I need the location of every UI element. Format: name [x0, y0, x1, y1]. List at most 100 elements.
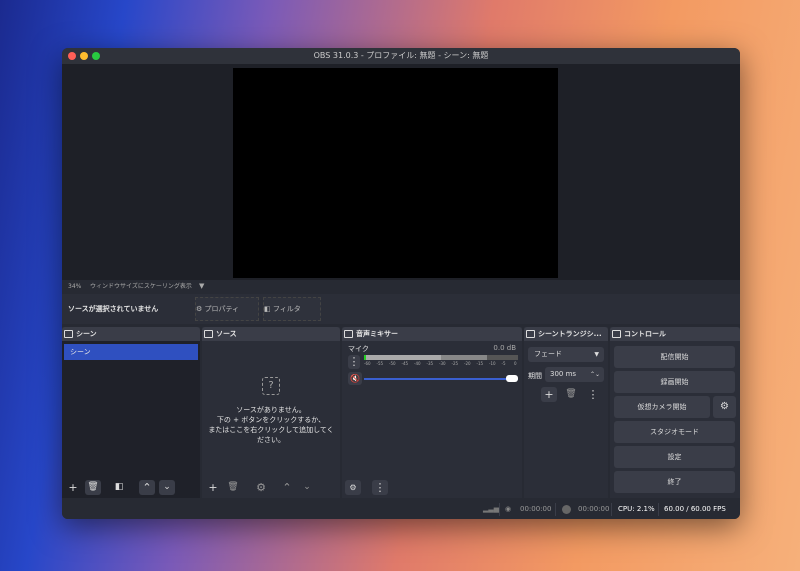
meter-tick-label: -55 — [376, 361, 384, 366]
duration-value: 300 ms — [550, 370, 577, 378]
scene-transitions-dock: シーントランジシ... フェード ▼ 期間 300 ms ⌃⌄ + 🗑 ⋮ — [524, 327, 608, 498]
meter-tick-label: -60 — [364, 361, 371, 366]
scale-bar: 34% ウィンドウサイズにスケーリング表示 ▼ — [62, 280, 740, 293]
zoom-button[interactable] — [92, 52, 100, 60]
chevron-down-icon[interactable]: ⌄ — [159, 480, 175, 495]
mixer-header: 音声ミキサー — [342, 327, 522, 341]
meter-tick-label: -45 — [401, 361, 409, 366]
meter-tick-label: -30 — [439, 361, 446, 366]
properties-label: プロパティ — [204, 305, 240, 313]
transition-type-dropdown[interactable]: フェード ▼ — [528, 347, 604, 362]
stepper-icon[interactable]: ⌃⌄ — [590, 367, 600, 382]
start-virtual-camera-button[interactable]: 仮想カメラ開始 — [614, 396, 710, 418]
filters-label: フィルタ — [272, 305, 301, 313]
add-source-button[interactable]: + — [205, 480, 221, 495]
meter-tick-label: -20 — [464, 361, 471, 366]
exit-button[interactable]: 終了 — [614, 471, 735, 493]
gear-icon[interactable]: ⚙ — [345, 480, 361, 495]
scenes-list: シーン — [62, 341, 200, 498]
meter-tick-label: 0 — [514, 361, 517, 366]
chevron-up-icon[interactable]: ⌃ — [279, 480, 295, 495]
scale-mode-dropdown[interactable]: ウィンドウサイズにスケーリング表示 — [90, 280, 192, 293]
record-time: 00:00:00 — [578, 505, 610, 513]
window-title: OBS 31.0.3 - プロファイル: 無題 - シーン: 無題 — [313, 51, 489, 60]
start-streaming-button[interactable]: 配信開始 — [614, 346, 735, 368]
transition-type: フェード — [534, 350, 562, 358]
dock-icon — [612, 330, 621, 338]
close-button[interactable] — [68, 52, 76, 60]
start-recording-button[interactable]: 録画開始 — [614, 371, 735, 393]
studio-mode-button[interactable]: スタジオモード — [614, 421, 735, 443]
minimize-button[interactable] — [80, 52, 88, 60]
transitions-title: シーントランジシ... — [538, 330, 602, 338]
title-bar: OBS 31.0.3 - プロファイル: 無題 - シーン: 無題 — [62, 48, 740, 64]
chevron-down-icon: ▼ — [594, 351, 599, 358]
preview-canvas[interactable] — [233, 68, 558, 278]
controls-title: コントロール — [624, 330, 666, 338]
obs-window: OBS 31.0.3 - プロファイル: 無題 - シーン: 無題 34% ウィ… — [62, 48, 740, 519]
meter-tick-label: -25 — [451, 361, 459, 366]
dock-icon — [204, 330, 213, 338]
preview-area[interactable] — [62, 64, 740, 280]
question-icon: ? — [262, 377, 280, 395]
record-icon — [562, 505, 571, 514]
trash-icon[interactable]: 🗑 — [225, 480, 241, 495]
dock-icon — [344, 330, 353, 338]
volume-meter — [364, 355, 518, 360]
status-bar: ▂▃▅ ◉ 00:00:00 00:00:00 CPU: 2.1% 60.00 … — [62, 500, 740, 519]
meter-tick-label: -5 — [501, 361, 506, 366]
settings-button[interactable]: 設定 — [614, 446, 735, 468]
mixer-title: 音声ミキサー — [356, 330, 398, 338]
zoom-level: 34% — [68, 283, 82, 290]
meter-tick-label: -10 — [489, 361, 496, 366]
channel-level: 0.0 dB — [493, 344, 516, 352]
scenes-dock: シーン シーン + 🗑 ◧ ⌃ ⌄ — [62, 327, 200, 498]
meter-tick-label: -35 — [426, 361, 434, 366]
more-options-icon[interactable]: ⋮ — [348, 355, 360, 369]
add-transition-button[interactable]: + — [541, 387, 557, 402]
scenes-header: シーン — [62, 327, 200, 341]
mute-icon[interactable]: 🔇 — [348, 372, 362, 385]
signal-icon: ▂▃▅ — [483, 505, 500, 513]
scenes-title: シーン — [76, 330, 97, 338]
dock-icon — [526, 330, 535, 338]
meter-ticks: -60 -55 -50 -45 -40 -35 -30 -25 -20 -15 -10 -5 0 — [364, 361, 518, 369]
chevron-up-icon[interactable]: ⌃ — [139, 480, 155, 495]
meter-tick-label: -40 — [414, 361, 421, 366]
more-options-icon[interactable]: ⋮ — [585, 387, 601, 402]
duration-label: 期間 — [528, 372, 542, 380]
dock-icon — [64, 330, 73, 338]
mixer-channel: マイク 0.0 dB ⋮ -60 -55 -50 -45 -40 -35 -30 -25 -20… — [342, 341, 522, 391]
properties-button[interactable]: ⚙ プロパティ — [195, 297, 259, 321]
add-scene-button[interactable]: + — [65, 480, 81, 495]
stream-icon: ◉ — [505, 505, 512, 513]
gear-icon: ⚙ — [196, 305, 203, 313]
filters-button[interactable]: ◧ フィルタ — [263, 297, 321, 321]
context-bar: ソースが選択されていません ⚙ プロパティ ◧ フィルタ — [62, 294, 740, 324]
meter-tick-label: -15 — [476, 361, 484, 366]
chevron-down-icon[interactable]: ▼ — [199, 280, 204, 293]
sources-title: ソース — [216, 330, 237, 338]
stream-time: 00:00:00 — [520, 505, 552, 513]
audio-mixer-dock: 音声ミキサー マイク 0.0 dB ⋮ -60 -55 -50 -45 -40 -35 -3… — [342, 327, 522, 498]
meter-tick-label: -50 — [389, 361, 396, 366]
sources-list[interactable]: ? ソースがありません。 下の + ボタンをクリックするか、 またはここを右クリ… — [202, 341, 340, 498]
channel-name: マイク — [348, 345, 369, 353]
transitions-header: シーントランジシ... — [524, 327, 608, 341]
more-options-icon[interactable]: ⋮ — [372, 480, 388, 495]
scene-item[interactable]: シーン — [64, 344, 198, 360]
volume-slider[interactable] — [364, 378, 518, 380]
trash-icon[interactable]: 🗑 — [85, 480, 101, 495]
fps: 60.00 / 60.00 FPS — [664, 505, 726, 513]
trash-icon[interactable]: 🗑 — [563, 387, 579, 402]
sources-dock: ソース ? ソースがありません。 下の + ボタンをクリックするか、 またはここ… — [202, 327, 340, 498]
virtual-camera-settings-gear-icon[interactable]: ⚙ — [713, 396, 736, 418]
no-source-label: ソースが選択されていません — [68, 305, 159, 313]
filter-icon[interactable]: ◧ — [111, 480, 127, 495]
chevron-down-icon[interactable]: ⌄ — [299, 480, 315, 495]
gear-icon[interactable]: ⚙ — [253, 480, 269, 495]
cpu-usage: CPU: 2.1% — [618, 505, 655, 513]
controls-dock: コントロール 配信開始 録画開始 仮想カメラ開始 ⚙ スタジオモード 設定 終了 — [610, 327, 740, 498]
volume-slider-handle[interactable] — [506, 375, 518, 382]
duration-input[interactable]: 300 ms ⌃⌄ — [545, 367, 604, 382]
